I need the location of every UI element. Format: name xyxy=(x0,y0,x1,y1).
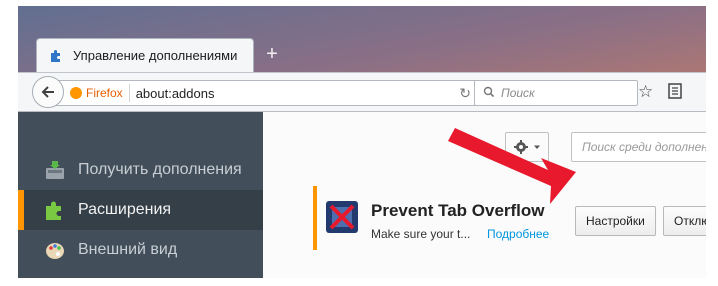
firefox-logo-icon xyxy=(70,87,82,99)
bookmark-star-icon[interactable]: ☆ xyxy=(638,82,653,102)
search-bar[interactable]: Поиск xyxy=(474,80,638,106)
addon-more-link[interactable]: Подробнее xyxy=(487,227,549,241)
sidebar-item-extensions[interactable]: Расширения xyxy=(18,190,263,230)
get-addons-icon xyxy=(44,159,66,181)
sidebar-item-label: Расширения xyxy=(78,201,172,218)
addon-disable-button[interactable]: Отключить xyxy=(663,206,708,236)
reading-list-icon[interactable] xyxy=(668,83,682,99)
puzzle-piece-icon xyxy=(44,199,66,221)
frame-edge xyxy=(0,0,718,6)
identity-box[interactable]: Firefox xyxy=(70,84,130,102)
search-placeholder: Поиск xyxy=(501,86,535,100)
frame-edge xyxy=(0,278,718,286)
frame-edge xyxy=(706,0,718,286)
puzzle-piece-icon xyxy=(49,48,65,64)
new-tab-button[interactable]: + xyxy=(262,44,282,64)
addon-list-item[interactable]: Prevent Tab Overflow Make sure your t...… xyxy=(313,186,708,250)
tab-addons-manager[interactable]: Управление дополнениями xyxy=(36,38,254,72)
sidebar-item-get-addons[interactable]: Получить дополнения xyxy=(18,150,263,190)
back-button[interactable] xyxy=(32,76,64,108)
addon-description: Make sure your t... xyxy=(371,227,471,241)
sidebar-item-appearance[interactable]: Внешний вид xyxy=(18,230,263,270)
tab-title: Управление дополнениями xyxy=(73,48,238,63)
search-icon xyxy=(483,86,495,101)
url-bar[interactable]: Firefox about:addons ↻ xyxy=(50,80,480,106)
back-arrow-icon xyxy=(41,86,54,98)
sidebar-item-label: Внешний вид xyxy=(78,241,178,258)
identity-label: Firefox xyxy=(86,86,123,100)
categories-sidebar: Получить дополнения Расширения Внешний в… xyxy=(18,112,263,286)
sidebar-item-label: Получить дополнения xyxy=(78,161,242,178)
navigation-bar: Firefox about:addons ↻ Поиск ☆ xyxy=(18,72,708,112)
url-text: about:addons xyxy=(135,85,215,101)
tools-menu-button[interactable] xyxy=(505,132,549,162)
addon-name: Prevent Tab Overflow xyxy=(371,201,545,220)
screenshot-stage: Управление дополнениями + Firefox about:… xyxy=(0,0,718,286)
addon-logo-icon xyxy=(325,200,359,234)
reload-icon[interactable]: ↻ xyxy=(459,85,471,102)
addon-settings-button[interactable]: Настройки xyxy=(575,206,656,236)
addons-manager-content: Получить дополнения Расширения Внешний в… xyxy=(18,112,708,286)
chevron-down-icon xyxy=(534,145,540,149)
addons-list-pane: Поиск среди дополнений Prevent Tab Overf… xyxy=(263,112,708,286)
addons-search-input[interactable]: Поиск среди дополнений xyxy=(571,132,708,162)
frame-edge xyxy=(0,0,18,286)
palette-icon xyxy=(44,239,66,261)
browser-window: Управление дополнениями + Firefox about:… xyxy=(18,0,708,286)
gear-icon xyxy=(514,140,528,154)
